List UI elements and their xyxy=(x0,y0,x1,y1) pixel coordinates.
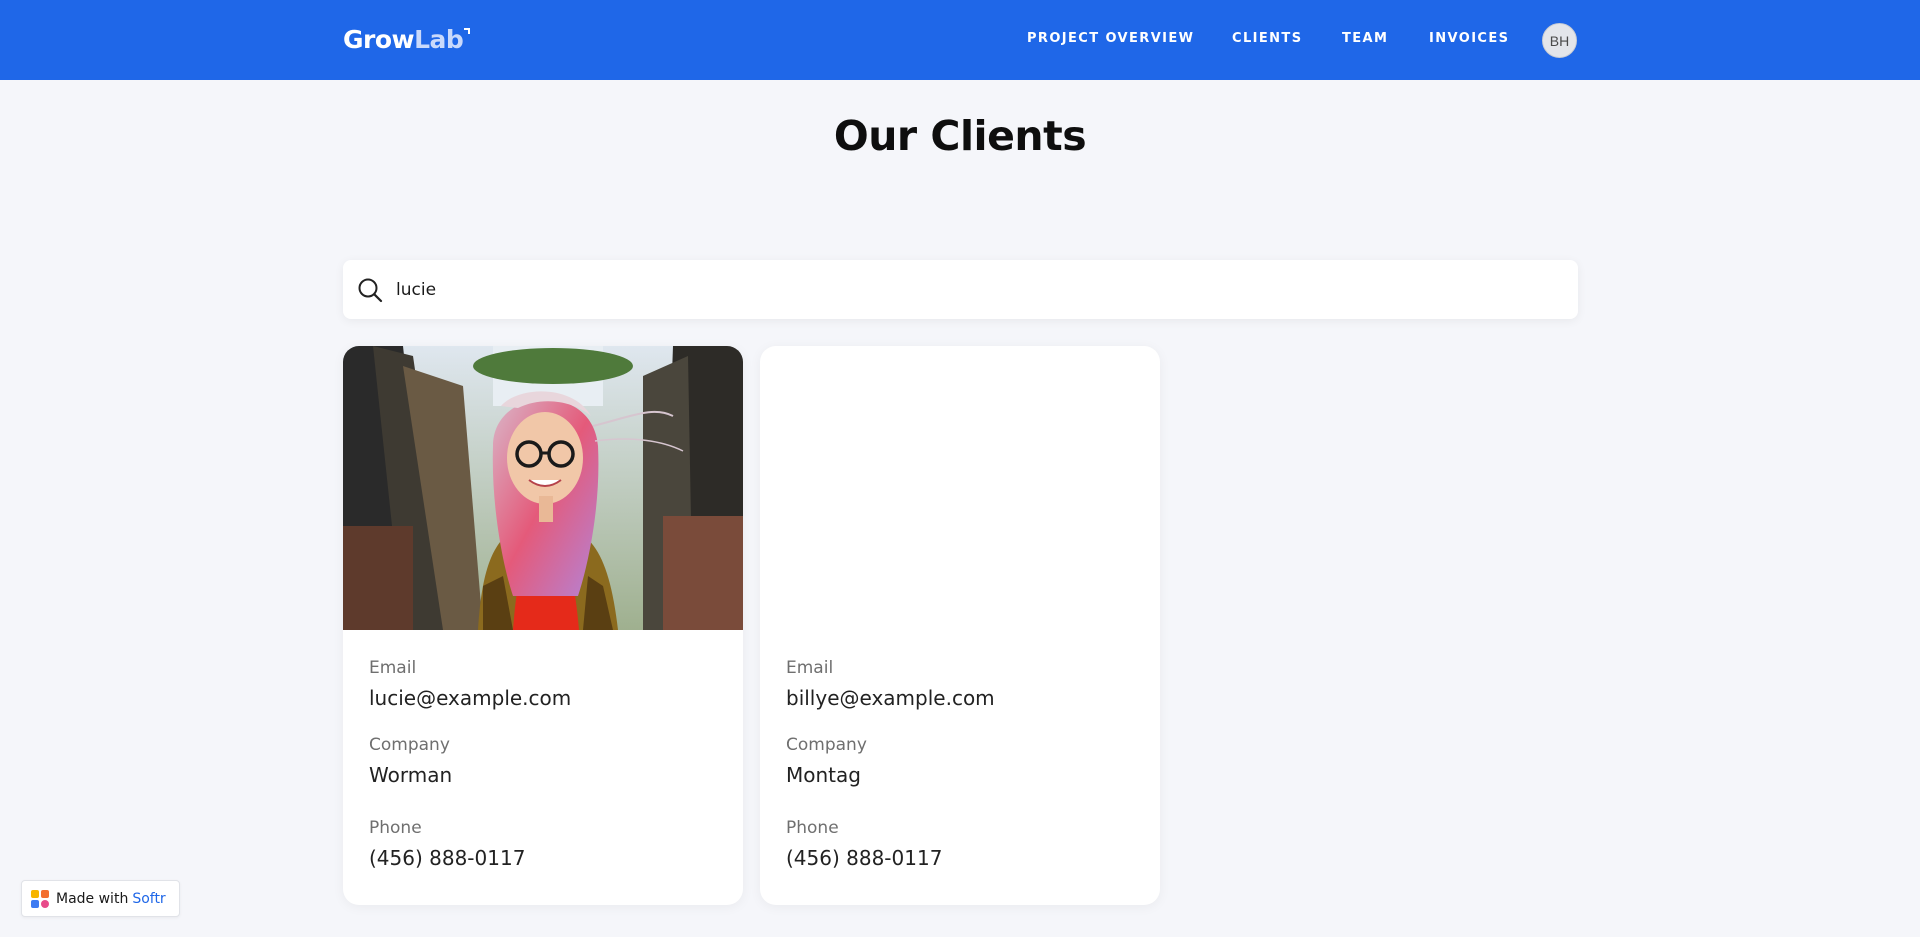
phone-label: Phone xyxy=(369,818,422,838)
email-label: Email xyxy=(369,658,417,678)
company-label: Company xyxy=(369,735,450,755)
email-value: billye@example.com xyxy=(786,686,995,710)
company-value: Worman xyxy=(369,763,453,787)
phone-label: Phone xyxy=(786,818,839,838)
client-card[interactable]: Email billye@example.com Company Montag … xyxy=(760,346,1160,905)
logo-corner-mark xyxy=(464,28,471,34)
email-field: Email lucie@example.com xyxy=(369,656,571,712)
nav-clients[interactable]: CLIENTS xyxy=(1232,31,1302,47)
company-field: Company Montag xyxy=(786,733,867,789)
logo-text-grow: Grow xyxy=(343,25,415,54)
company-value: Montag xyxy=(786,763,861,787)
badge-text: Made with xyxy=(56,890,129,907)
email-field: Email billye@example.com xyxy=(786,656,995,712)
nav-invoices[interactable]: INVOICES xyxy=(1429,31,1509,47)
company-label: Company xyxy=(786,735,867,755)
search-bar xyxy=(343,260,1578,319)
client-photo xyxy=(343,346,743,630)
made-with-softr-badge[interactable]: Made with Softr xyxy=(21,880,180,917)
email-value: lucie@example.com xyxy=(369,686,572,710)
nav-team[interactable]: TEAM xyxy=(1342,31,1388,47)
top-navigation-bar: GrowLab PROJECT OVERVIEW CLIENTS TEAM IN… xyxy=(0,0,1920,80)
client-photo-empty xyxy=(760,346,1160,630)
phone-value: (456) 888-0117 xyxy=(786,846,943,870)
logo-text-lab: Lab xyxy=(414,25,464,54)
email-label: Email xyxy=(786,658,834,678)
nav-project-overview[interactable]: PROJECT OVERVIEW xyxy=(1027,31,1194,47)
growlab-logo[interactable]: GrowLab xyxy=(343,22,471,58)
phone-field: Phone (456) 888-0117 xyxy=(786,816,942,872)
search-input[interactable] xyxy=(396,260,1556,319)
user-avatar[interactable]: BH xyxy=(1542,23,1577,58)
page-title: Our Clients xyxy=(833,112,1087,160)
search-icon xyxy=(357,277,383,303)
phone-value: (456) 888-0117 xyxy=(369,846,526,870)
softr-logo-icon xyxy=(31,889,49,908)
company-field: Company Worman xyxy=(369,733,452,789)
client-card[interactable]: Email lucie@example.com Company Worman P… xyxy=(343,346,743,905)
badge-brand: Softr xyxy=(132,890,166,907)
phone-field: Phone (456) 888-0117 xyxy=(369,816,525,872)
